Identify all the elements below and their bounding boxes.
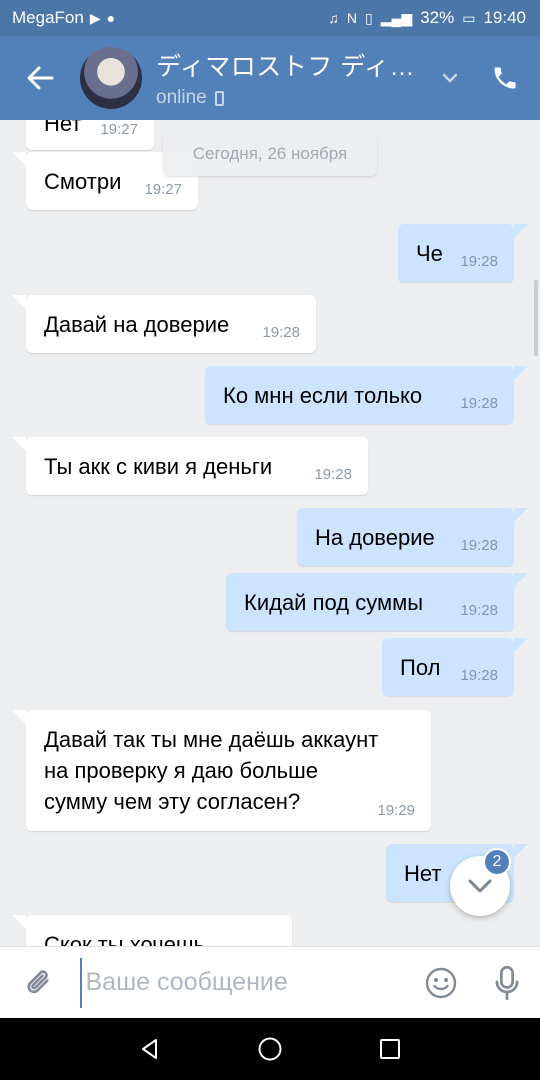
message-time: 19:28	[460, 602, 498, 619]
message-outgoing[interactable]: Ко мнн если только 19:28	[205, 366, 528, 424]
message-outgoing[interactable]: Че 19:28	[398, 224, 528, 282]
chat-notification-icon: ●	[106, 10, 116, 26]
message-text: Давай так ты мне даёшь аккаунт на провер…	[44, 727, 379, 814]
back-button[interactable]	[0, 36, 80, 120]
home-circle-icon[interactable]	[257, 1036, 283, 1062]
message-text: Нет	[404, 861, 442, 886]
message-input[interactable]	[79, 957, 408, 1008]
system-nav-bar	[0, 1018, 540, 1080]
date-separator: Сегодня, 26 ноября	[163, 132, 377, 176]
message-time: 19:28	[460, 395, 498, 412]
phone-icon	[494, 67, 516, 89]
chevron-down-icon	[468, 879, 492, 893]
chat-title-block[interactable]: ディマロストフ ディマ… online	[156, 47, 430, 109]
message-outgoing[interactable]: Кидай под суммы 19:28	[226, 573, 528, 631]
message-incoming[interactable]: Ты акк с киви я деньги 19:28	[12, 437, 368, 495]
message-text: На доверие	[315, 525, 435, 550]
message-text: Ко мнн если только	[223, 383, 423, 408]
chevron-down-icon	[442, 73, 458, 83]
message-time: 19:27	[100, 121, 138, 138]
message-time: 19:28	[460, 253, 498, 270]
clock: 19:40	[483, 8, 526, 27]
message-time: 19:28	[460, 537, 498, 554]
message-outgoing[interactable]: Пол 19:28	[382, 638, 528, 696]
contact-name: ディマロストフ ディマ…	[156, 53, 426, 81]
microphone-icon	[495, 965, 519, 1000]
message-time: 19:28	[460, 667, 498, 684]
battery-icon: ▭	[462, 9, 476, 26]
nfc-icon: N	[346, 10, 358, 26]
message-time: 19:28	[262, 324, 300, 341]
mobile-icon	[214, 90, 224, 106]
message-time: 19:28	[314, 466, 352, 483]
message-list[interactable]: Нет 19:27 Смотри 19:27 Сегодня, 26 ноябр…	[0, 120, 540, 946]
message-text: Смотри	[44, 169, 122, 194]
headphones-icon: ♫	[328, 10, 339, 26]
scrollbar[interactable]	[534, 280, 538, 356]
smiley-icon	[425, 967, 456, 998]
attach-button[interactable]	[0, 966, 80, 1000]
message-incoming[interactable]: Нет 19:27	[26, 120, 154, 150]
message-text: Скок ты хочешь	[44, 932, 206, 946]
message-text: Нет	[44, 120, 82, 136]
voice-button[interactable]	[474, 965, 540, 1001]
play-icon: ▶	[89, 9, 101, 26]
message-text: Пол	[400, 655, 441, 680]
message-text: Кидай под суммы	[244, 590, 424, 615]
message-composer	[0, 946, 540, 1018]
message-time: 19:29	[377, 802, 415, 819]
message-time: 19:27	[144, 181, 182, 198]
message-incoming[interactable]: Давай так ты мне даёшь аккаунт на провер…	[12, 710, 431, 831]
status-bar: MegaFon ▶ ● ♫ N ▯ ▂▄▆ 32% ▭ 19:40	[0, 0, 540, 36]
arrow-left-icon	[27, 66, 54, 90]
signal-icon: ▂▄▆	[380, 9, 413, 26]
unread-badge: 2	[483, 848, 511, 876]
message-text: Че	[416, 241, 443, 266]
message-outgoing[interactable]: На доверие 19:28	[297, 508, 528, 566]
message-text: Ты акк с киви я деньги	[44, 454, 273, 479]
battery-percent: 32%	[420, 8, 455, 27]
vibrate-icon: ▯	[365, 9, 373, 26]
recents-square-icon[interactable]	[378, 1037, 402, 1061]
avatar[interactable]	[80, 47, 142, 109]
message-incoming[interactable]: Давай на доверие 19:28	[12, 295, 316, 353]
carrier-label: MegaFon	[12, 8, 84, 27]
message-incoming[interactable]: Скок ты хочешь	[12, 915, 292, 946]
paperclip-icon	[27, 969, 49, 993]
message-text: Давай на доверие	[44, 312, 230, 337]
chat-header: ディマロストフ ディマ… online	[0, 36, 540, 120]
online-status: online	[156, 87, 207, 108]
call-button[interactable]	[470, 64, 540, 92]
back-triangle-icon[interactable]	[138, 1037, 162, 1061]
emoji-button[interactable]	[408, 967, 474, 999]
header-menu-button[interactable]	[430, 73, 470, 83]
